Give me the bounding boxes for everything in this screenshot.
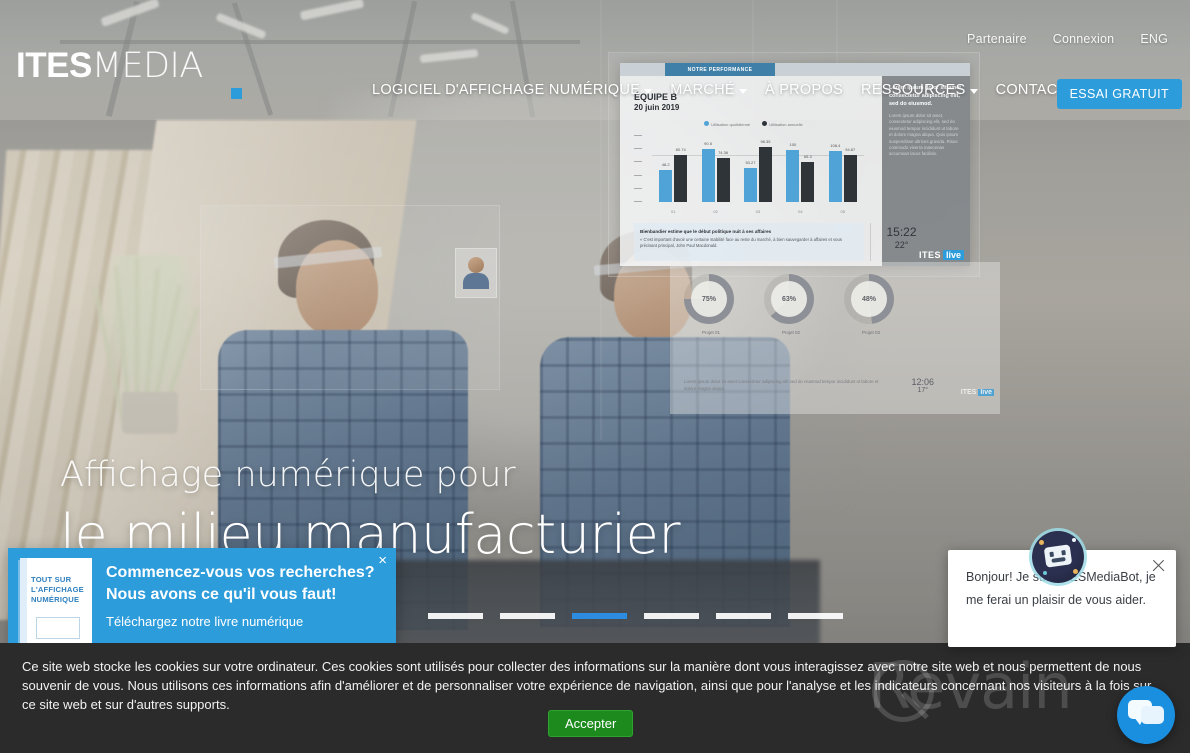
promo-banner: TOUT SUR L'AFFICHAGE NUMÉRIQUE Commencez… — [8, 548, 396, 648]
chat-close-icon[interactable] — [1151, 558, 1166, 573]
bar-group: 108.4 94.87 — [828, 143, 857, 202]
digital-signage-screen-secondary: 75% Projet 01 63% Projet 02 48% Projet 0… — [670, 262, 1000, 414]
gauge-label: Projet 03 — [861, 330, 880, 335]
ites-live-word1: ITES — [960, 389, 977, 396]
nav-label: MARCHÉ — [670, 82, 735, 98]
page-root: NOTRE PERFORMANCE ÉQUIPE B 20 juin 2019 … — [0, 0, 1190, 753]
utility-nav-item-partenaire[interactable]: Partenaire — [967, 32, 1027, 46]
legend-item: Utilisation quotidienne — [704, 121, 750, 127]
news-body: « C'est important d'avoir une certaine s… — [640, 237, 842, 248]
language-switcher-eng[interactable]: ENG — [1140, 32, 1168, 46]
ites-live-word2: live — [942, 250, 964, 260]
hero-slider-indicators — [428, 613, 843, 619]
ites-live-logo: ITES live — [919, 250, 964, 260]
chart-y-axis — [634, 135, 650, 202]
utility-nav-item-connexion[interactable]: Connexion — [1053, 32, 1115, 46]
ebook-page-graphic — [36, 617, 80, 639]
legend-item: Utilisation annuelle — [762, 121, 803, 127]
chevron-down-icon — [738, 89, 747, 94]
bar-group: 100 65.3 — [786, 142, 815, 202]
screen2-clock: 12:06 17° — [911, 377, 934, 394]
chart-legend: Utilisation quotidienne Utilisation annu… — [704, 121, 803, 127]
slider-indicator-2[interactable] — [500, 613, 555, 619]
screen-person-avatar — [468, 257, 484, 273]
ebook-title: TOUT SUR L'AFFICHAGE NUMÉRIQUE — [31, 575, 84, 604]
promo-copy: Commencez-vous vos recherches? Nous avon… — [106, 558, 384, 631]
utility-nav: Partenaire Connexion ENG — [967, 32, 1168, 46]
gauge-value: 48% — [851, 281, 887, 317]
slider-indicator-4[interactable] — [644, 613, 699, 619]
gauge-value: 63% — [771, 281, 807, 317]
promo-close-icon[interactable]: × — [378, 553, 387, 568]
nav-item-ressources[interactable]: RESSOURCES — [861, 82, 978, 98]
nav-item-marche[interactable]: MARCHÉ — [670, 82, 747, 98]
screen-side-panel: Lorem ipsum dolor sit amet, consectetur … — [882, 76, 970, 266]
chevron-down-icon — [644, 89, 653, 94]
gauge-widget: 48% Projet 03 — [844, 274, 898, 335]
slider-indicator-3-active[interactable] — [572, 613, 627, 619]
gauge-value: 75% — [691, 281, 727, 317]
logo-text-bold: ITES — [16, 46, 92, 85]
promo-heading: Commencez-vous vos recherches? Nous avon… — [106, 564, 375, 603]
gauge-row: 75% Projet 01 63% Projet 02 48% Projet 0… — [684, 274, 898, 335]
gauge-ring: 75% — [684, 274, 734, 324]
screen2-temp-value: 17° — [917, 387, 929, 394]
ebook-cover-image: TOUT SUR L'AFFICHAGE NUMÉRIQUE — [20, 558, 92, 644]
hero-headline-line1: Affichage numérique pour — [60, 455, 516, 495]
bar-group: 53.27 98.35 — [743, 139, 772, 202]
chart-plot-area: 48.2 80.74 90.5 74.36 53.27 98.35 100 65… — [652, 135, 864, 202]
gauge-label: Projet 02 — [781, 330, 800, 335]
slider-indicator-1[interactable] — [428, 613, 483, 619]
chatbot-avatar — [1032, 531, 1084, 583]
ites-live-logo-secondary: ITES live — [961, 389, 994, 396]
small-signage-screen — [455, 248, 497, 298]
gauge-label: Projet 01 — [701, 330, 720, 335]
nav-label: RESSOURCES — [861, 82, 966, 98]
cookie-accept-button[interactable]: Accepter — [548, 710, 634, 737]
screen-date: 20 juin 2019 — [634, 103, 680, 112]
free-trial-button[interactable]: ESSAI GRATUIT — [1056, 79, 1182, 109]
cookie-consent-bar: Ce site web stocke les cookies sur votre… — [0, 643, 1190, 753]
screen2-time-value: 12:06 — [911, 377, 934, 387]
screen-person-body — [463, 273, 489, 289]
promo-subtext: Téléchargez notre livre numérique — [106, 614, 304, 629]
slider-indicator-6[interactable] — [788, 613, 843, 619]
ites-live-word1: ITES — [918, 250, 941, 260]
logo-accent-square — [231, 88, 242, 99]
nav-label: LOGICIEL D'AFFICHAGE NUMÉRIQUE — [372, 82, 641, 98]
chart-x-axis: 01 02 03 04 05 — [670, 209, 845, 214]
site-logo[interactable]: ITESMEDIA — [16, 46, 242, 99]
side-panel-body: Lorem ipsum dolor sit amet, consectetur … — [889, 113, 959, 157]
gauge-widget: 63% Projet 02 — [764, 274, 818, 335]
chat-launcher-button[interactable] — [1117, 686, 1175, 744]
chevron-down-icon — [969, 89, 978, 94]
logo-text-light: MEDIA — [91, 46, 204, 86]
main-nav: LOGICIEL D'AFFICHAGE NUMÉRIQUE MARCHÉ À … — [372, 82, 1067, 98]
nav-item-a-propos[interactable]: À PROPOS — [765, 82, 843, 98]
nav-label: À PROPOS — [764, 82, 844, 98]
chat-bubble-icon-secondary — [1141, 706, 1164, 724]
slider-indicator-5[interactable] — [716, 613, 771, 619]
gauge-ring: 48% — [844, 274, 894, 324]
screen-news-ticker: Bienbandier estime que le début politiqu… — [634, 223, 864, 261]
performance-bar-chart: Utilisation quotidienne Utilisation annu… — [634, 121, 864, 216]
gauge-ring: 63% — [764, 274, 814, 324]
cookie-consent-text: Ce site web stocke les cookies sur votre… — [22, 659, 1152, 712]
gauge-widget: 75% Projet 01 — [684, 274, 738, 335]
bar-group: 48.2 80.74 — [659, 147, 688, 202]
news-headline: Bienbandier estime que le début politiqu… — [640, 229, 772, 234]
screen-tab-label: NOTRE PERFORMANCE — [665, 63, 775, 76]
nav-item-logiciel-affichage-numerique[interactable]: LOGICIEL D'AFFICHAGE NUMÉRIQUE — [372, 82, 653, 98]
ebook-spine — [20, 558, 27, 644]
ites-live-word2: live — [978, 389, 994, 396]
chatbot-face — [1043, 544, 1073, 568]
bar-group: 90.5 74.36 — [701, 141, 730, 202]
screen2-footer-text: Lorem ipsum dolor sit amet consectetur a… — [684, 379, 879, 391]
